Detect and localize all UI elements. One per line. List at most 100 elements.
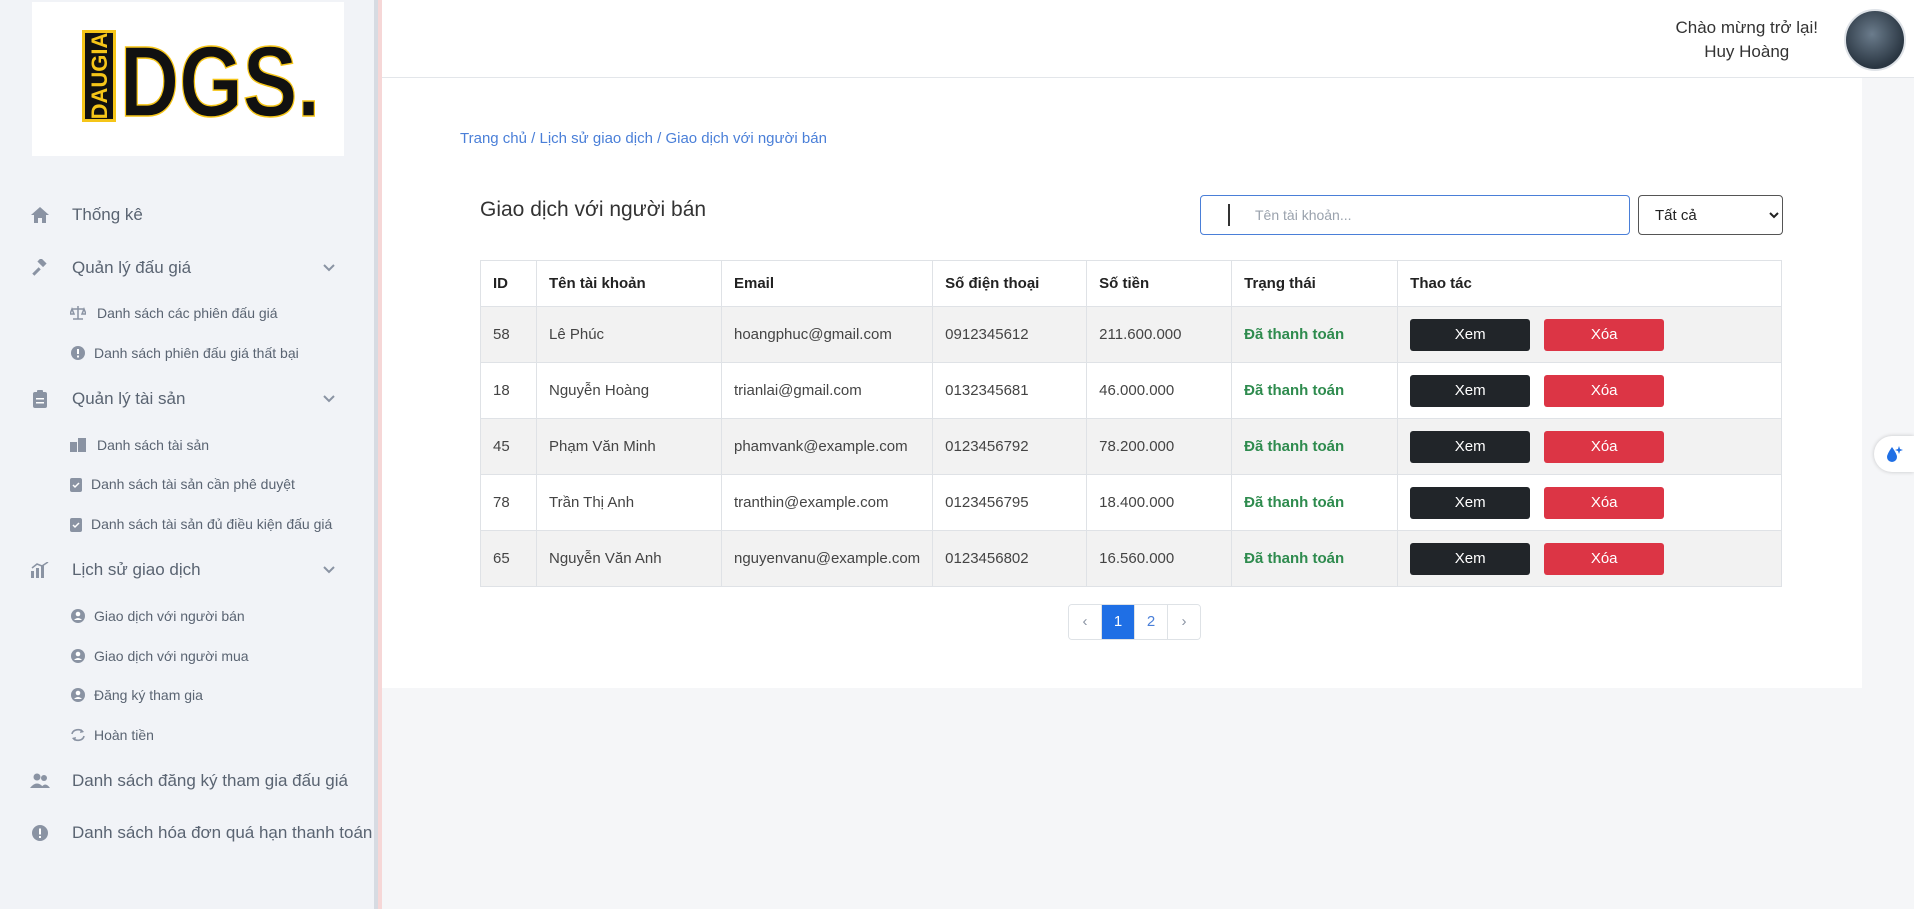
user-badge-icon <box>70 687 86 703</box>
chevron-down-icon[interactable] <box>322 391 336 407</box>
user-badge-icon <box>70 608 86 624</box>
cell-id: 78 <box>480 474 537 531</box>
cell-id: 45 <box>480 418 537 475</box>
cell-actions: Xem Xóa <box>1397 418 1782 475</box>
view-button[interactable]: Xem <box>1410 430 1531 463</box>
view-button[interactable]: Xem <box>1410 318 1531 351</box>
view-button[interactable]: Xem <box>1410 374 1531 407</box>
sidebar-subitem-assets-eligible[interactable]: Danh sách tài sản đủ điều kiện đấu giá <box>0 510 370 538</box>
pagination-prev[interactable]: ‹ <box>1069 605 1102 639</box>
sidebar-item-transaction-history[interactable]: Lịch sử giao dịch <box>0 552 370 588</box>
delete-button[interactable]: Xóa <box>1544 374 1665 407</box>
delete-button[interactable]: Xóa <box>1544 486 1665 519</box>
status-filter-select[interactable]: Tất cả <box>1638 195 1783 235</box>
sidebar-subitem-label: Danh sách tài sản đủ điều kiện đấu giá <box>91 516 333 532</box>
logo-vertical-text: DAUGIA <box>87 33 112 120</box>
cell-name: Nguyễn Hoàng <box>536 362 722 419</box>
breadcrumb-home[interactable]: Trang chủ <box>460 130 527 147</box>
sidebar-item-label: Danh sách đăng ký tham gia đấu giá <box>72 771 348 790</box>
breadcrumb-separator: / <box>526 130 540 147</box>
breadcrumb-transaction-history[interactable]: Lịch sử giao dịch <box>540 130 653 147</box>
gavel-icon <box>30 258 50 278</box>
refresh-icon <box>70 727 86 743</box>
page-title: Giao dịch với người bán <box>480 198 707 221</box>
pagination-next[interactable]: › <box>1168 605 1200 639</box>
cell-phone: 0132345681 <box>932 362 1088 419</box>
water-drop-icon <box>1887 446 1903 462</box>
avatar[interactable] <box>1844 9 1906 71</box>
chevron-down-icon[interactable] <box>322 562 336 578</box>
column-header: Tên tài khoản <box>536 260 722 307</box>
view-button[interactable]: Xem <box>1410 542 1531 575</box>
cell-phone: 0912345612 <box>932 306 1088 363</box>
logo-container: DAUGIA DGS. <box>32 2 344 156</box>
sidebar-item-label: Quản lý đấu giá <box>72 258 192 277</box>
cell-actions: Xem Xóa <box>1397 362 1782 419</box>
sidebar-item-overdue-invoices[interactable]: Danh sách hóa đơn quá hạn thanh toán <box>0 815 372 851</box>
doc-check-icon <box>68 476 84 492</box>
floating-helper-button[interactable] <box>1874 436 1914 472</box>
view-button[interactable]: Xem <box>1410 486 1531 519</box>
column-header: Thao tác <box>1397 260 1782 307</box>
status-badge: Đã thanh toán <box>1231 474 1399 531</box>
table-row: 65 Nguyễn Văn Anh nguyenvanu@example.com… <box>480 530 1782 587</box>
delete-button[interactable]: Xóa <box>1544 430 1665 463</box>
sidebar-subitem-assets-pending[interactable]: Danh sách tài sản cần phê duyệt <box>0 470 370 498</box>
cell-actions: Xem Xóa <box>1397 530 1782 587</box>
table-row: 18 Nguyễn Hoàng trianlai@gmail.com 01323… <box>480 362 1782 419</box>
breadcrumb-current[interactable]: Giao dịch với người bán <box>665 130 826 147</box>
pagination-page-2[interactable]: 2 <box>1135 605 1168 639</box>
chevron-down-icon[interactable] <box>322 260 336 276</box>
sidebar-divider <box>374 0 378 909</box>
status-badge: Đã thanh toán <box>1231 306 1399 363</box>
cell-phone: 0123456802 <box>932 530 1088 587</box>
sidebar-subitem-label: Danh sách tài sản cần phê duyệt <box>91 476 295 492</box>
status-badge: Đã thanh toán <box>1231 362 1399 419</box>
sidebar-subitem-label: Giao dịch với người mua <box>94 648 249 664</box>
cell-email: phamvank@example.com <box>720 418 934 475</box>
sidebar-item-auction-management[interactable]: Quản lý đấu giá <box>0 250 370 286</box>
pagination: ‹ 1 2 › <box>1068 604 1201 640</box>
sidebar-item-label: Thống kê <box>72 205 143 224</box>
sidebar-subitem-assets[interactable]: Danh sách tài sản <box>0 431 370 459</box>
sidebar-subitem-auction-sessions[interactable]: Danh sách các phiên đấu giá <box>0 299 370 327</box>
table-row: 58 Lê Phúc hoangphuc@gmail.com 091234561… <box>480 306 1782 363</box>
alert-circle-icon <box>70 345 86 361</box>
table-row: 45 Phạm Văn Minh phamvank@example.com 01… <box>480 418 1782 475</box>
alert-circle-icon <box>30 823 50 843</box>
sidebar-item-asset-management[interactable]: Quản lý tài sản <box>0 381 370 417</box>
cell-name: Phạm Văn Minh <box>536 418 722 475</box>
top-header: Chào mừng trở lại! Huy Hoàng <box>382 0 1914 78</box>
users-icon <box>30 771 50 791</box>
cell-id: 58 <box>480 306 537 363</box>
delete-button[interactable]: Xóa <box>1544 318 1665 351</box>
search-input[interactable] <box>1200 195 1630 235</box>
pagination-page-1[interactable]: 1 <box>1102 605 1135 639</box>
cell-phone: 0123456792 <box>932 418 1088 475</box>
sidebar-subitem-label: Đăng ký tham gia <box>94 687 203 703</box>
sidebar-item-auction-registrations[interactable]: Danh sách đăng ký tham gia đấu giá <box>0 763 370 799</box>
column-header: Email <box>720 260 934 307</box>
sidebar-item-label: Quản lý tài sản <box>72 389 186 408</box>
delete-button[interactable]: Xóa <box>1544 542 1665 575</box>
cell-amount: 18.400.000 <box>1086 474 1233 531</box>
sidebar-subitem-buyer-transactions[interactable]: Giao dịch với người mua <box>0 642 370 670</box>
sidebar-subitem-refund[interactable]: Hoàn tiền <box>0 721 370 749</box>
cell-amount: 211.600.000 <box>1086 306 1233 363</box>
sidebar-item-statistics[interactable]: Thống kê <box>0 197 370 233</box>
sidebar-subitem-failed-auctions[interactable]: Danh sách phiên đấu giá thất bại <box>0 339 370 367</box>
user-badge-icon <box>70 648 86 664</box>
sidebar-subitem-registration[interactable]: Đăng ký tham gia <box>0 681 370 709</box>
transactions-table: ID Tên tài khoản Email Số điện thoại Số … <box>480 260 1782 587</box>
dgs-logo: DAUGIA DGS. <box>82 26 321 126</box>
cell-actions: Xem Xóa <box>1397 306 1782 363</box>
cell-email: tranthin@example.com <box>720 474 934 531</box>
sidebar-subitem-label: Giao dịch với người bán <box>94 608 245 624</box>
cell-amount: 46.000.000 <box>1086 362 1233 419</box>
sidebar-subitem-seller-transactions[interactable]: Giao dịch với người bán <box>0 602 370 630</box>
logo-main-text: DGS. <box>120 26 320 126</box>
cell-phone: 0123456795 <box>932 474 1088 531</box>
cell-email: trianlai@gmail.com <box>720 362 934 419</box>
user-name[interactable]: Huy Hoàng <box>1675 40 1818 64</box>
sidebar-subitem-label: Danh sách tài sản <box>97 437 210 453</box>
